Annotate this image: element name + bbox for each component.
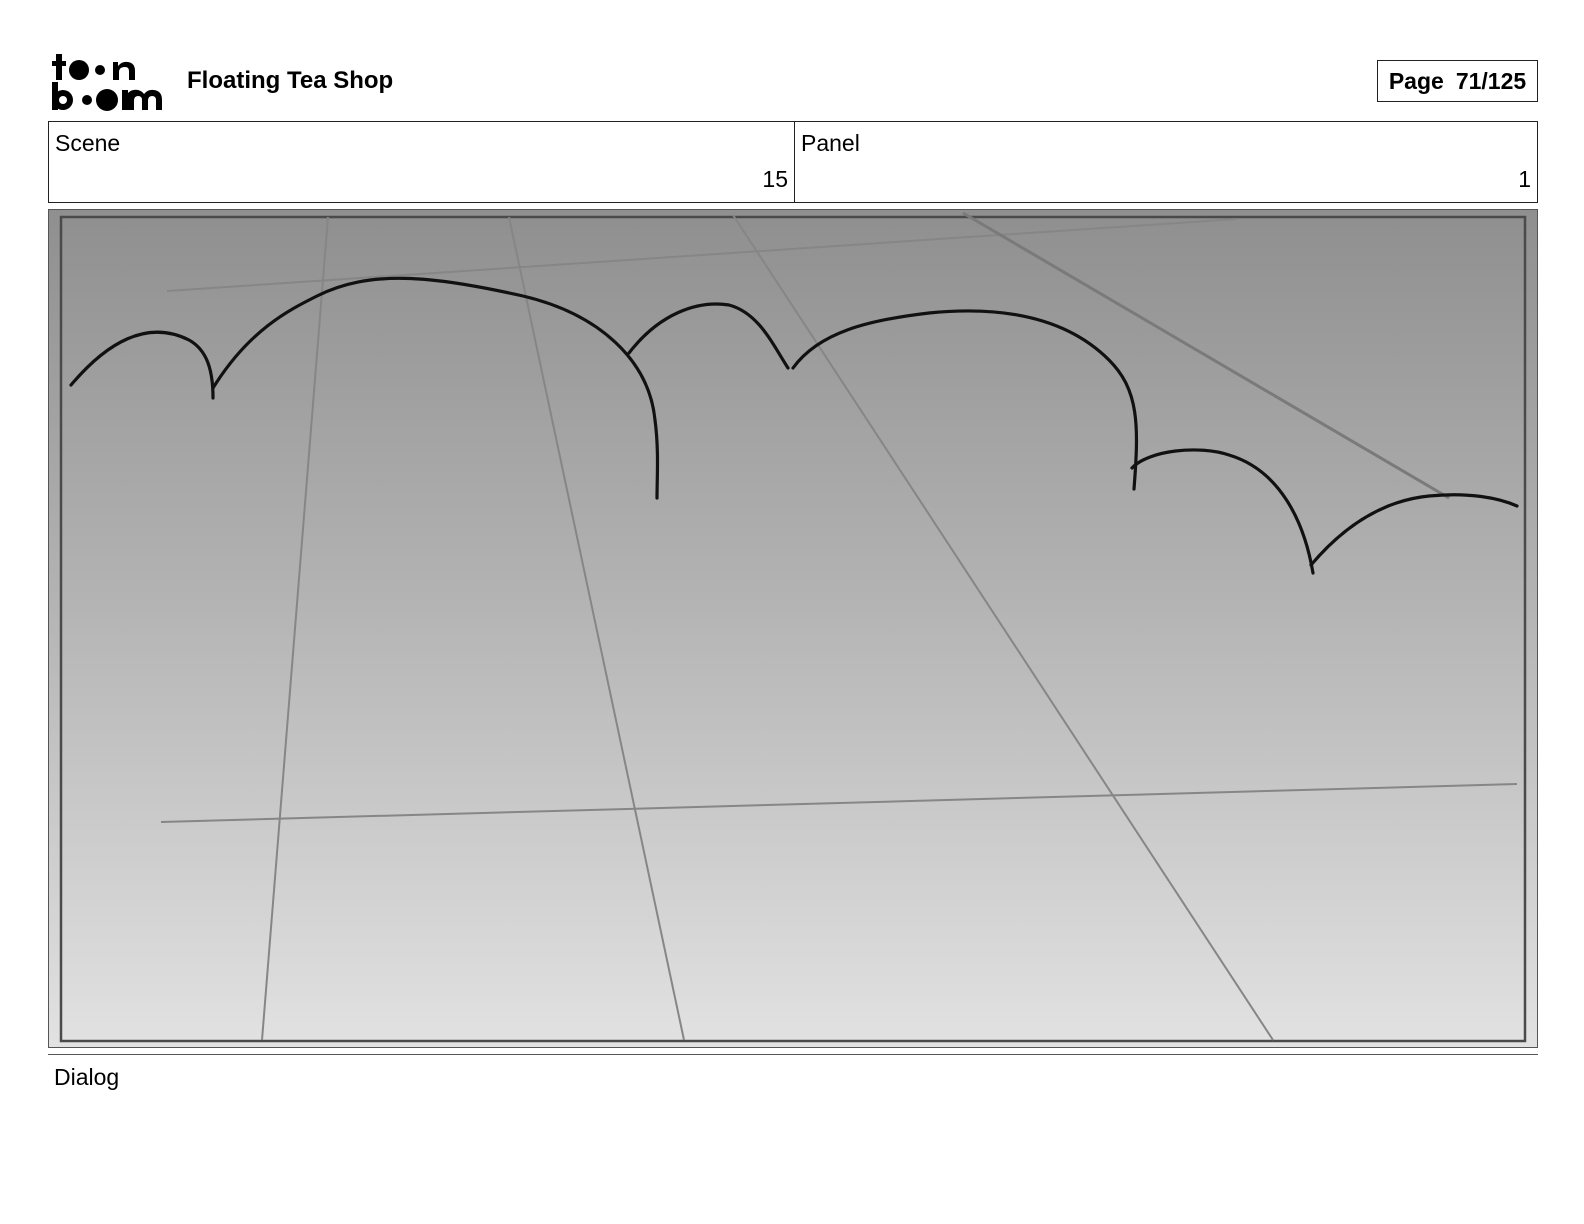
- page-indicator: Page 71/125: [1377, 60, 1538, 102]
- scene-number: 15: [762, 166, 788, 192]
- storyboard-panel: [48, 209, 1538, 1048]
- dialog-label: Dialog: [54, 1064, 120, 1090]
- toon-boom-logo: [52, 52, 164, 112]
- scene-label: Scene: [55, 130, 121, 156]
- panel-label: Panel: [801, 130, 860, 156]
- page-label: Page: [1388, 67, 1444, 94]
- project-title: Floating Tea Shop: [187, 67, 394, 94]
- page-number: 71/125: [1455, 67, 1527, 94]
- dialog-divider: [48, 1054, 1538, 1055]
- panel-cell: Panel 1: [795, 122, 1537, 202]
- scene-panel-table: Scene 15 Panel 1: [48, 121, 1538, 203]
- panel-drawing: [49, 210, 1537, 1047]
- toon-boom-logo-mark: [52, 54, 162, 111]
- scene-cell: Scene 15: [49, 122, 795, 202]
- panel-number: 1: [1518, 166, 1531, 192]
